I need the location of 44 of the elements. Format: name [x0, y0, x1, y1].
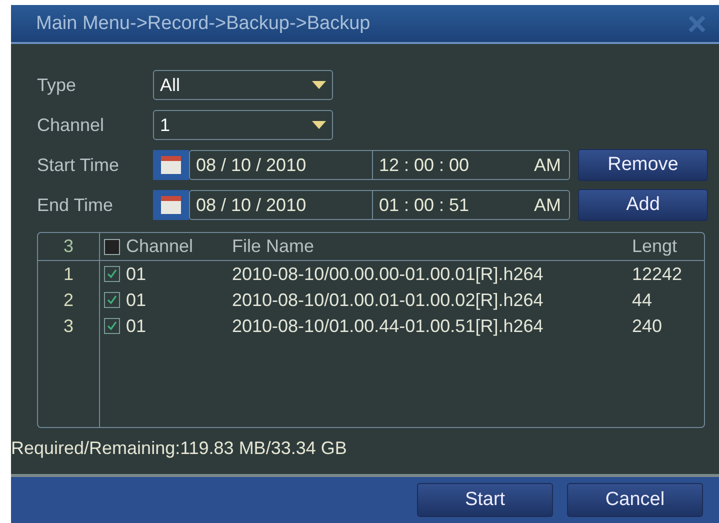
file-row[interactable]: 01 2010-08-10/00.00.00-01.00.01[R].h264 12242	[100, 261, 704, 287]
dialog-button[interactable]: Start	[417, 483, 553, 517]
dropdown[interactable]: 1	[153, 110, 333, 140]
caret-icon	[312, 121, 326, 129]
row-number: 1	[63, 264, 74, 284]
table-cell-text: 2010-08-10/00.00.00-01.00.01[R].h264	[232, 264, 544, 284]
field-label: End Time	[37, 194, 114, 216]
row-count: 3	[63, 236, 74, 257]
table-cell-text: 01	[126, 316, 148, 336]
column-header: Channel	[126, 236, 194, 257]
checkbox[interactable]	[104, 238, 120, 254]
checkbox[interactable]	[104, 292, 120, 308]
dropdown[interactable]: All	[153, 70, 333, 100]
calendar-icon[interactable]	[153, 190, 189, 220]
table-cell-text: 01	[126, 264, 148, 284]
action-button[interactable]: Add	[578, 189, 708, 221]
dialog-button[interactable]: Cancel	[567, 483, 703, 517]
checkbox[interactable]	[104, 318, 120, 334]
window-title: Main Menu->Record->Backup->Backup	[36, 12, 370, 34]
file-row[interactable]: 01 2010-08-10/01.00.01-01.00.02[R].h264 44	[100, 287, 704, 313]
column-header: Lengt	[632, 236, 678, 257]
storage-status: Required/Remaining:119.83 MB/33.34 GB	[11, 438, 348, 459]
table-cell-text: 2010-08-10/01.00.44-01.00.51[R].h264	[232, 316, 544, 336]
action-button[interactable]: Remove	[578, 149, 708, 181]
checkmark-icon	[106, 268, 118, 280]
field-label: Start Time	[37, 154, 120, 176]
date-time-field[interactable]: 08 / 10 / 2010 01 : 00 : 51 AM	[189, 190, 570, 220]
checkmark-icon	[106, 294, 118, 306]
table-cell: 240	[632, 316, 662, 336]
column-header: File Name	[232, 236, 316, 257]
checkbox[interactable]	[104, 266, 120, 282]
row-number: 3	[63, 316, 74, 336]
table-cell: 12242	[632, 264, 682, 284]
calendar-icon[interactable]	[153, 150, 189, 180]
checkmark-icon	[106, 320, 118, 332]
date-time-field[interactable]: 08 / 10 / 2010 12 : 00 : 00 AM	[189, 150, 570, 180]
table-cell-text: 2010-08-10/01.00.01-01.00.02[R].h264	[232, 290, 544, 310]
field-label: Type	[37, 74, 78, 96]
caret-icon	[312, 81, 326, 89]
table-cell: 44	[632, 290, 652, 310]
field-label: Channel	[37, 114, 106, 136]
file-row[interactable]: 01 2010-08-10/01.00.44-01.00.51[R].h264 240	[100, 313, 704, 339]
table-cell-text: 01	[126, 290, 148, 310]
row-number: 2	[63, 290, 74, 310]
